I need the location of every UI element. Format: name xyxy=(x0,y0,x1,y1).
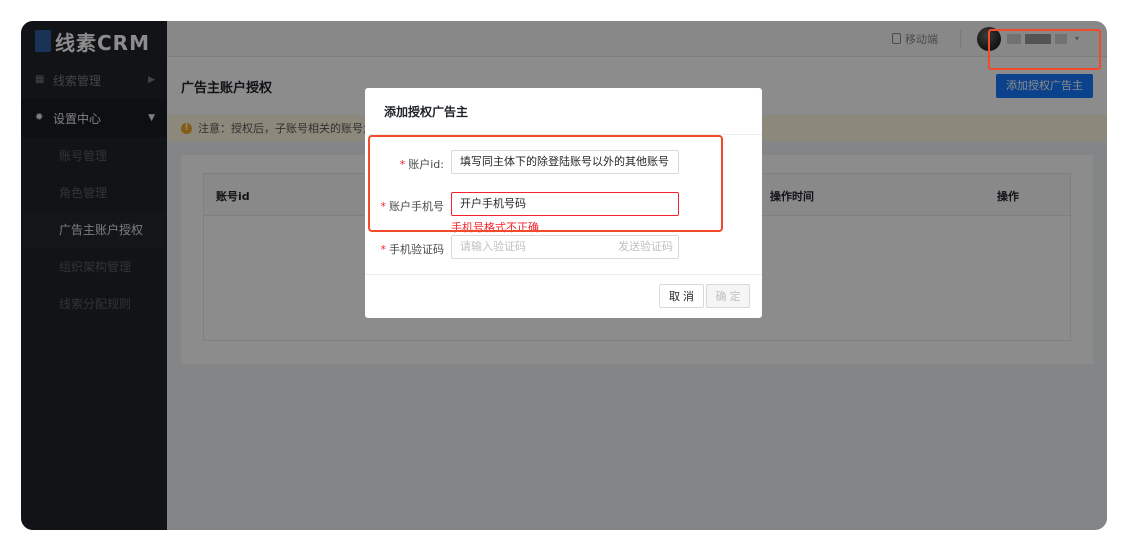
modal-title: 添加授权广告主 xyxy=(365,88,762,135)
cancel-button[interactable]: 取 消 xyxy=(659,284,704,308)
app-window: 线素CRM ▦ 线索管理 ▶ ✹ 设置中心 ▼ 账号管理 角色管理 广告主账户授… xyxy=(21,21,1107,530)
verify-code-placeholder: 请输入验证码 xyxy=(460,240,526,253)
verify-code-label: * 手机验证码 xyxy=(380,243,445,256)
send-code-link[interactable]: 发送验证码 xyxy=(618,236,673,258)
highlight-box-form xyxy=(368,135,723,232)
confirm-button[interactable]: 确 定 xyxy=(706,284,750,308)
verify-code-row: * 手机验证码 请输入验证码 发送验证码 xyxy=(365,235,762,261)
highlight-box-add-button xyxy=(988,29,1101,70)
modal-footer: 取 消 确 定 xyxy=(365,274,762,318)
verify-code-input[interactable]: 请输入验证码 发送验证码 xyxy=(451,235,679,259)
